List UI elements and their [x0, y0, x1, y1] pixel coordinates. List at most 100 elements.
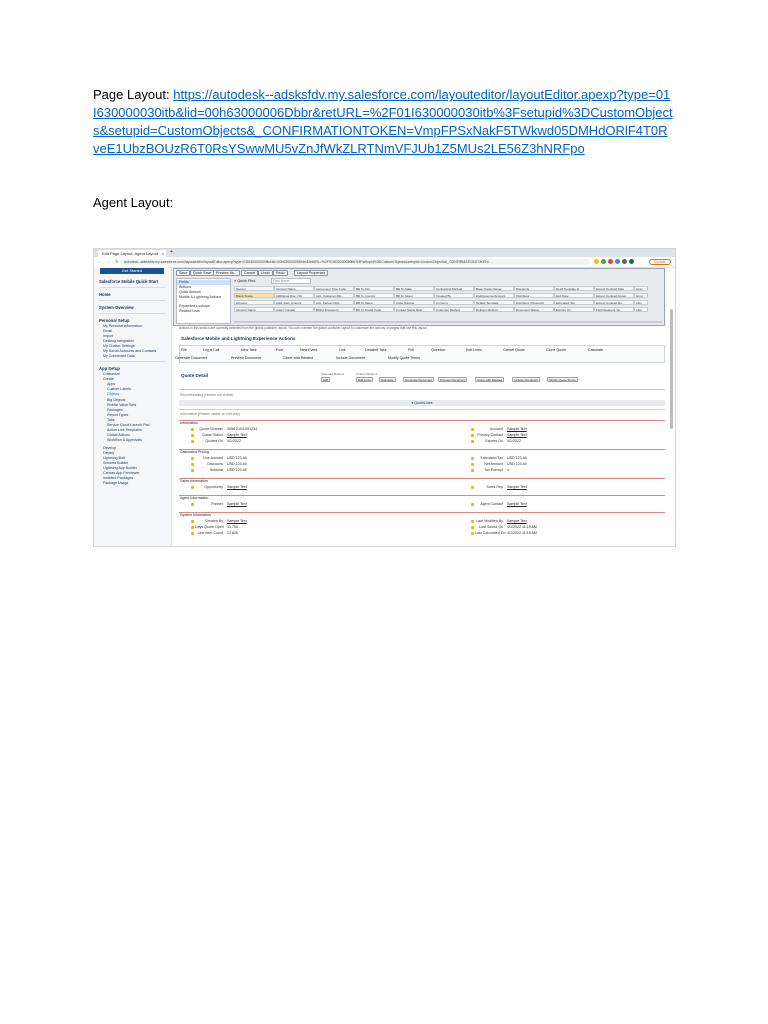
palette-field[interactable]: Field Segment Ter... [594, 307, 634, 312]
palette-field[interactable]: Base Quote Owner [474, 286, 514, 291]
profile-avatar[interactable] [629, 259, 634, 264]
custom-button[interactable]: Modify Quote Terms [547, 377, 578, 382]
action-item[interactable]: Clone Quote [546, 348, 566, 353]
layout-properties-button[interactable]: Layout Properties [294, 270, 329, 276]
sidebar-item[interactable]: Workflow & Approvals [107, 438, 142, 443]
action-item[interactable]: New Event [300, 348, 317, 353]
action-item[interactable]: New Task [241, 348, 257, 353]
mobile-quick-start-link[interactable]: Salesforce Mobile Quick Start [99, 279, 158, 284]
palette-field[interactable]: Avg. Partner Disc... [314, 300, 354, 305]
palette-scrollbar[interactable] [234, 321, 662, 323]
browser-tab[interactable]: Edit Page Layout: Agent Layout × [98, 250, 166, 257]
custom-button[interactable]: Include Document [512, 377, 541, 382]
field-label[interactable]: Last Calculated On [475, 531, 506, 536]
palette-field[interactable]: Created By [434, 293, 474, 298]
save-button[interactable]: Save [176, 270, 191, 276]
sidebar-item[interactable]: Package Usage [103, 481, 128, 486]
action-item[interactable]: Log a Call [203, 348, 219, 353]
palette-field[interactable]: Contracting Method [434, 286, 474, 291]
palette-field[interactable]: Estimated Tax [554, 300, 594, 305]
palette-field[interactable]: Inbo [634, 307, 648, 312]
field-label[interactable]: Last Modified By [475, 519, 503, 524]
palette-field[interactable]: Currency [434, 300, 474, 305]
close-icon[interactable]: × [162, 250, 164, 257]
field-label[interactable]: Quote Number [195, 427, 223, 432]
palette-field[interactable]: EndCustomerAccount [474, 293, 514, 298]
quick-save-button[interactable]: Quick Save [190, 270, 215, 276]
cancel-button[interactable]: Cancel [241, 270, 259, 276]
custom-button[interactable]: Clone with Related [475, 377, 505, 382]
palette-field[interactable]: Account Name [274, 286, 314, 291]
page-scrollbar[interactable] [670, 309, 673, 429]
field-label[interactable]: Agent Contact [475, 502, 503, 507]
action-item[interactable]: Preview Document [231, 356, 261, 361]
palette-field[interactable]: Account [234, 300, 274, 305]
custom-button[interactable]: Preview Document [438, 377, 468, 382]
url-field[interactable]: autodesk--adsksfdv.my.salesforce.com/lay… [120, 259, 590, 265]
edit-button[interactable]: Edit [321, 377, 331, 382]
section-header[interactable]: Information [180, 421, 198, 426]
system-overview-link[interactable]: System Overview [99, 305, 134, 310]
action-item[interactable]: Link [339, 348, 346, 353]
custom-button[interactable]: Calculate [379, 377, 396, 382]
action-item[interactable]: Post [276, 348, 283, 353]
section-header[interactable]: Calculated Pricing [180, 450, 209, 455]
palette-field[interactable]: Additional Disc. (%) [274, 293, 314, 298]
action-item[interactable]: Generate Document [175, 356, 207, 361]
palette-field[interactable]: Customer Method [434, 307, 474, 312]
quotelines-related-list[interactable]: ▾ QuoteLines [179, 400, 665, 406]
extension-icon[interactable] [622, 259, 627, 264]
palette-field[interactable]: Contact Name Rest... [394, 307, 434, 312]
action-item[interactable]: Poll [408, 348, 414, 353]
action-item[interactable]: Include Document [336, 356, 365, 361]
field-label[interactable]: Line Item Count [195, 531, 223, 536]
home-link[interactable]: Home [99, 292, 111, 297]
quick-find-input[interactable]: Field Name [271, 278, 311, 284]
palette-field[interactable]: Agent Contact [274, 307, 314, 312]
action-item[interactable]: Cancel Quote [503, 348, 525, 353]
action-item[interactable]: Edit Lines [466, 348, 482, 353]
palette-category[interactable]: Mobile & Lightning Actions [179, 295, 221, 300]
palette-field[interactable]: Expect Contract Ru... [594, 300, 634, 305]
undo-button[interactable]: Undo [258, 270, 273, 276]
palette-field[interactable]: Blank Space [234, 293, 274, 298]
palette-field[interactable]: Account Name [234, 307, 274, 312]
palette-field[interactable]: Section [234, 286, 274, 291]
palette-field[interactable]: Addl. Disc. Amount [274, 300, 314, 305]
palette-field[interactable]: Billing Frequency [314, 307, 354, 312]
new-tab-icon[interactable]: + [170, 250, 173, 255]
field-label[interactable]: Quoted On [195, 439, 223, 444]
field-label[interactable]: Tax Exempt [475, 468, 503, 473]
action-item[interactable]: File [181, 348, 187, 353]
palette-field[interactable]: Bill To Street [394, 293, 434, 298]
section-header[interactable]: Agent Information [180, 496, 208, 501]
field-label[interactable]: Opportunity [195, 485, 223, 490]
section-header[interactable]: Sales Information [180, 479, 208, 484]
action-item[interactable]: Question [431, 348, 445, 353]
palette-field[interactable]: Default Template [474, 300, 514, 305]
palette-field[interactable]: Inbo [634, 300, 648, 305]
palette-field[interactable]: Discounts [514, 286, 554, 291]
get-started-button[interactable]: Get Started [100, 268, 164, 274]
page-layout-url-link[interactable]: https://autodesk--adsksfdv.my.salesforce… [93, 87, 673, 156]
palette-field[interactable]: Bill To Name [354, 300, 394, 305]
field-label[interactable]: Account [475, 427, 503, 432]
action-item[interactable]: Calculate [588, 348, 603, 353]
sidebar-item[interactable]: Objects [107, 392, 119, 397]
update-button[interactable]: Update [649, 259, 671, 265]
palette-field[interactable]: Bill To Postal Code [354, 307, 394, 312]
palette-field[interactable]: Bill To State [394, 286, 434, 291]
palette-field[interactable]: Gran [634, 286, 648, 291]
field-label[interactable]: Quote Status [195, 433, 223, 438]
custom-button[interactable]: Edit Lines [356, 377, 374, 382]
redo-button[interactable]: Redo [273, 270, 288, 276]
field-label[interactable]: Created By [195, 519, 223, 524]
extension-icon[interactable] [615, 259, 620, 264]
custom-button[interactable]: Generate Document [403, 377, 435, 382]
extension-icon[interactable] [601, 259, 606, 264]
palette-field[interactable]: Delivery Method [474, 307, 514, 312]
palette-field[interactable]: Expect Contract Flag [594, 286, 634, 291]
preview-as-button[interactable]: Preview As... [213, 270, 240, 276]
field-label[interactable]: Sales Rep [475, 485, 503, 490]
field-label[interactable]: Subtotal [195, 468, 223, 473]
